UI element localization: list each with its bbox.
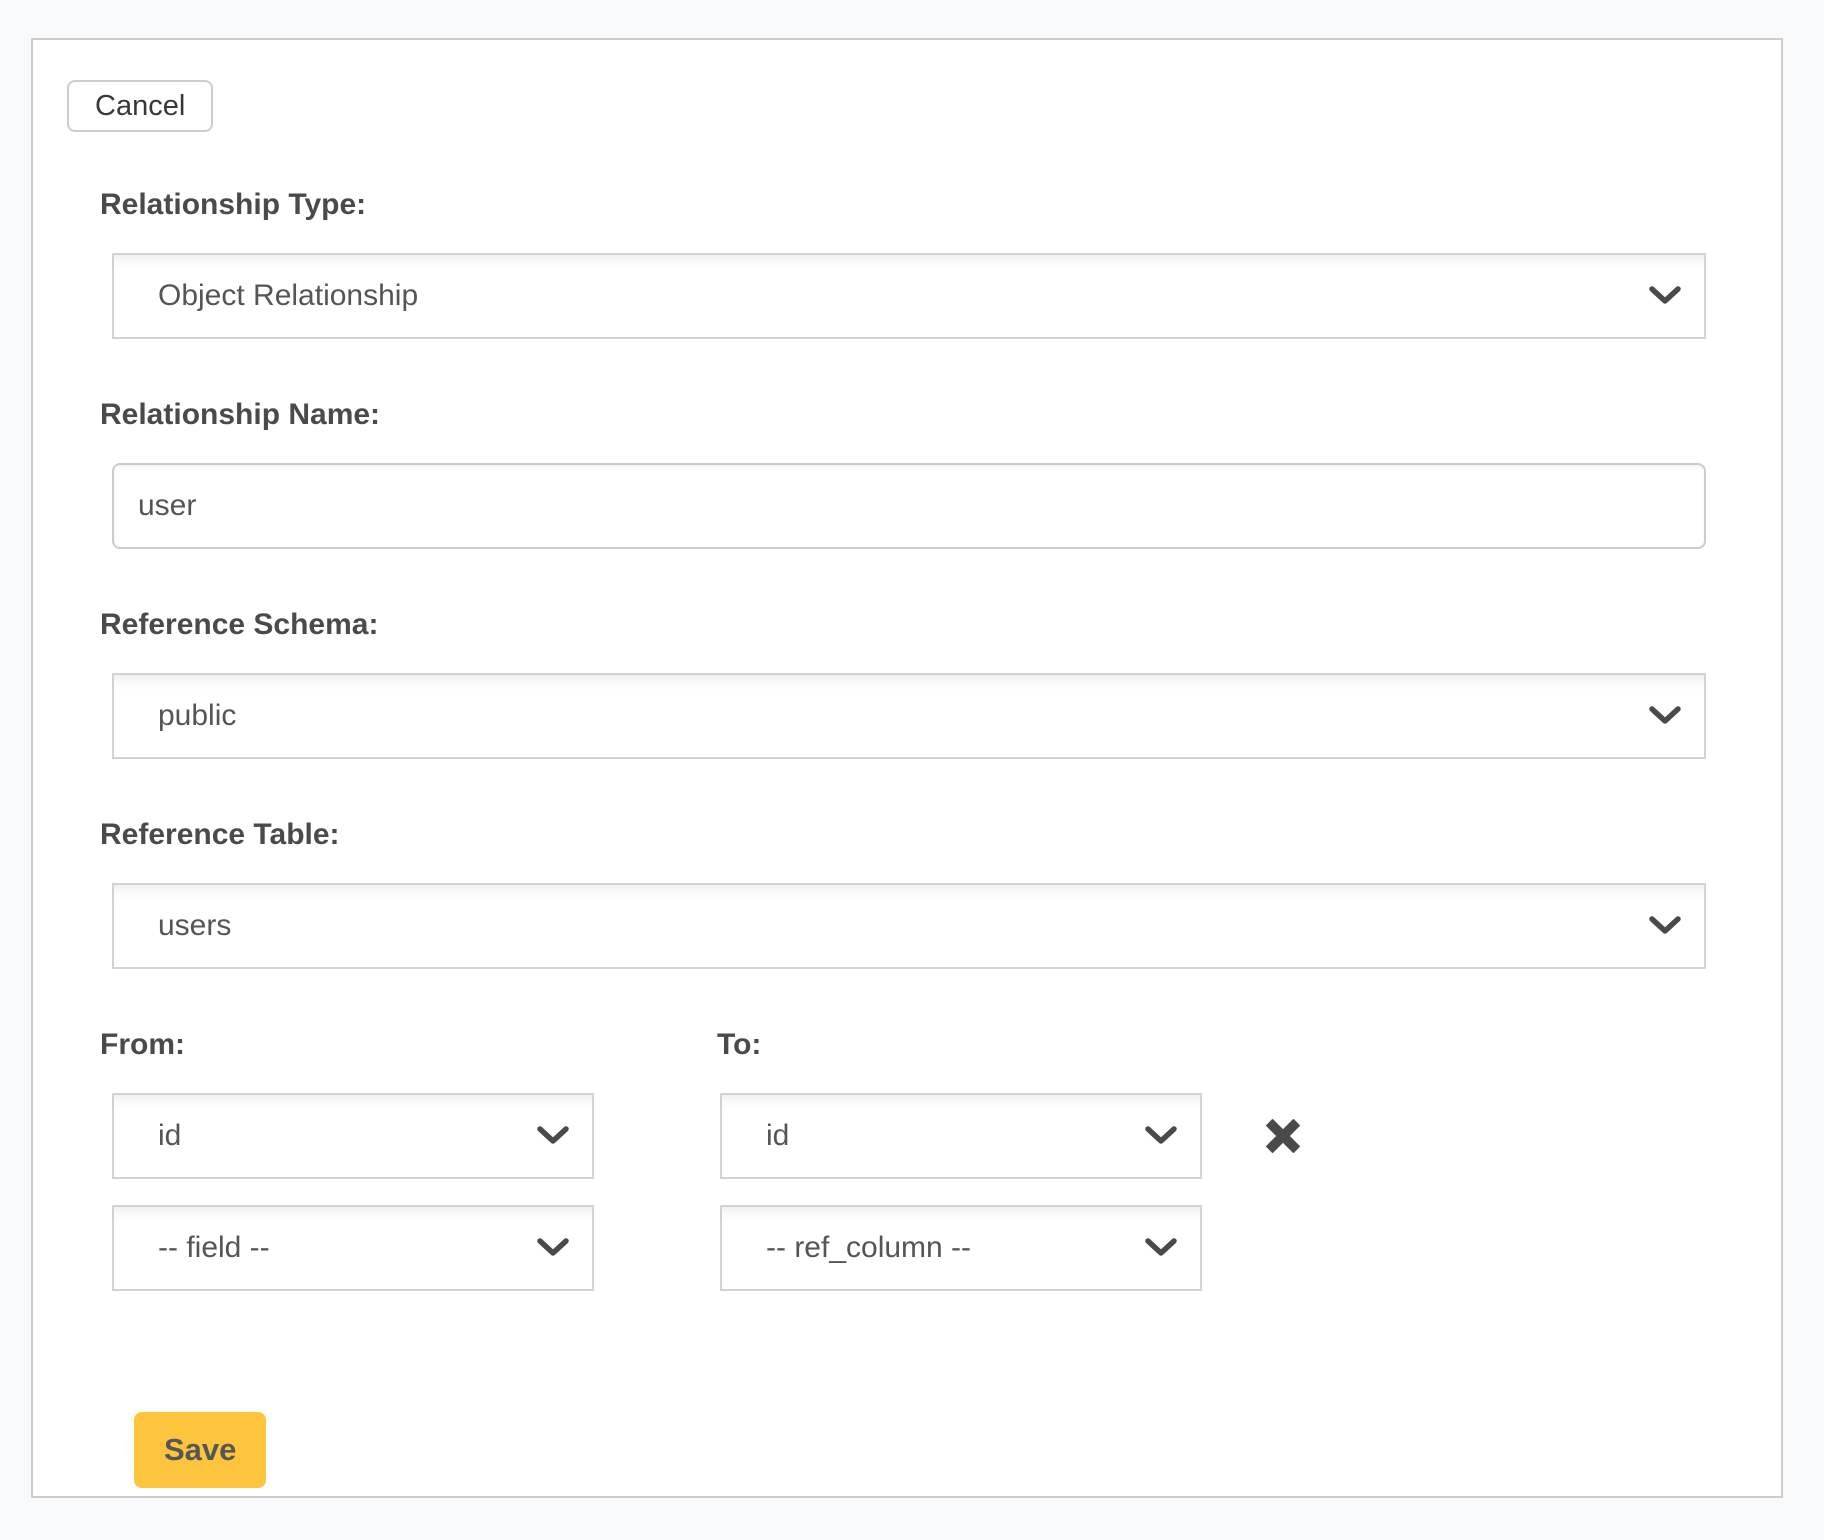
mapping-row: -- field -- -- ref_column -- — [100, 1205, 1706, 1291]
from-column-select[interactable]: id — [112, 1093, 594, 1179]
chevron-down-icon — [1648, 286, 1682, 306]
chevron-down-icon — [1144, 1238, 1178, 1258]
reference-table-select[interactable]: users — [112, 883, 1706, 969]
to-label: To: — [717, 1028, 761, 1062]
from-field-select[interactable]: -- field -- — [112, 1205, 594, 1291]
reference-table-value: users — [158, 909, 231, 943]
relationship-type-label: Relationship Type: — [100, 188, 1706, 222]
chevron-down-icon — [1648, 916, 1682, 936]
save-button[interactable]: Save — [134, 1412, 266, 1488]
chevron-down-icon — [1144, 1126, 1178, 1146]
reference-table-label: Reference Table: — [100, 818, 1706, 852]
relationship-name-input[interactable] — [112, 463, 1706, 549]
from-label: From: — [100, 1028, 717, 1062]
to-column-value: id — [766, 1119, 789, 1153]
reference-schema-select[interactable]: public — [112, 673, 1706, 759]
column-mapping-header: From: To: — [100, 1028, 1706, 1093]
chevron-down-icon — [536, 1126, 570, 1146]
close-icon[interactable] — [1266, 1119, 1300, 1153]
to-ref-column-value: -- ref_column -- — [766, 1231, 971, 1265]
reference-schema-value: public — [158, 699, 236, 733]
from-field-value: -- field -- — [158, 1231, 270, 1265]
from-column-value: id — [158, 1119, 181, 1153]
to-ref-column-select[interactable]: -- ref_column -- — [720, 1205, 1202, 1291]
to-column-select[interactable]: id — [720, 1093, 1202, 1179]
chevron-down-icon — [536, 1238, 570, 1258]
mapping-row: id id — [100, 1093, 1706, 1179]
chevron-down-icon — [1648, 706, 1682, 726]
cancel-button[interactable]: Cancel — [67, 80, 213, 132]
relationship-type-value: Object Relationship — [158, 279, 418, 313]
relationship-name-label: Relationship Name: — [100, 398, 1706, 432]
add-relationship-panel: Cancel Relationship Type: Object Relatio… — [31, 38, 1783, 1498]
relationship-form: Relationship Type: Object Relationship R… — [100, 188, 1706, 1488]
relationship-type-select[interactable]: Object Relationship — [112, 253, 1706, 339]
reference-schema-label: Reference Schema: — [100, 608, 1706, 642]
